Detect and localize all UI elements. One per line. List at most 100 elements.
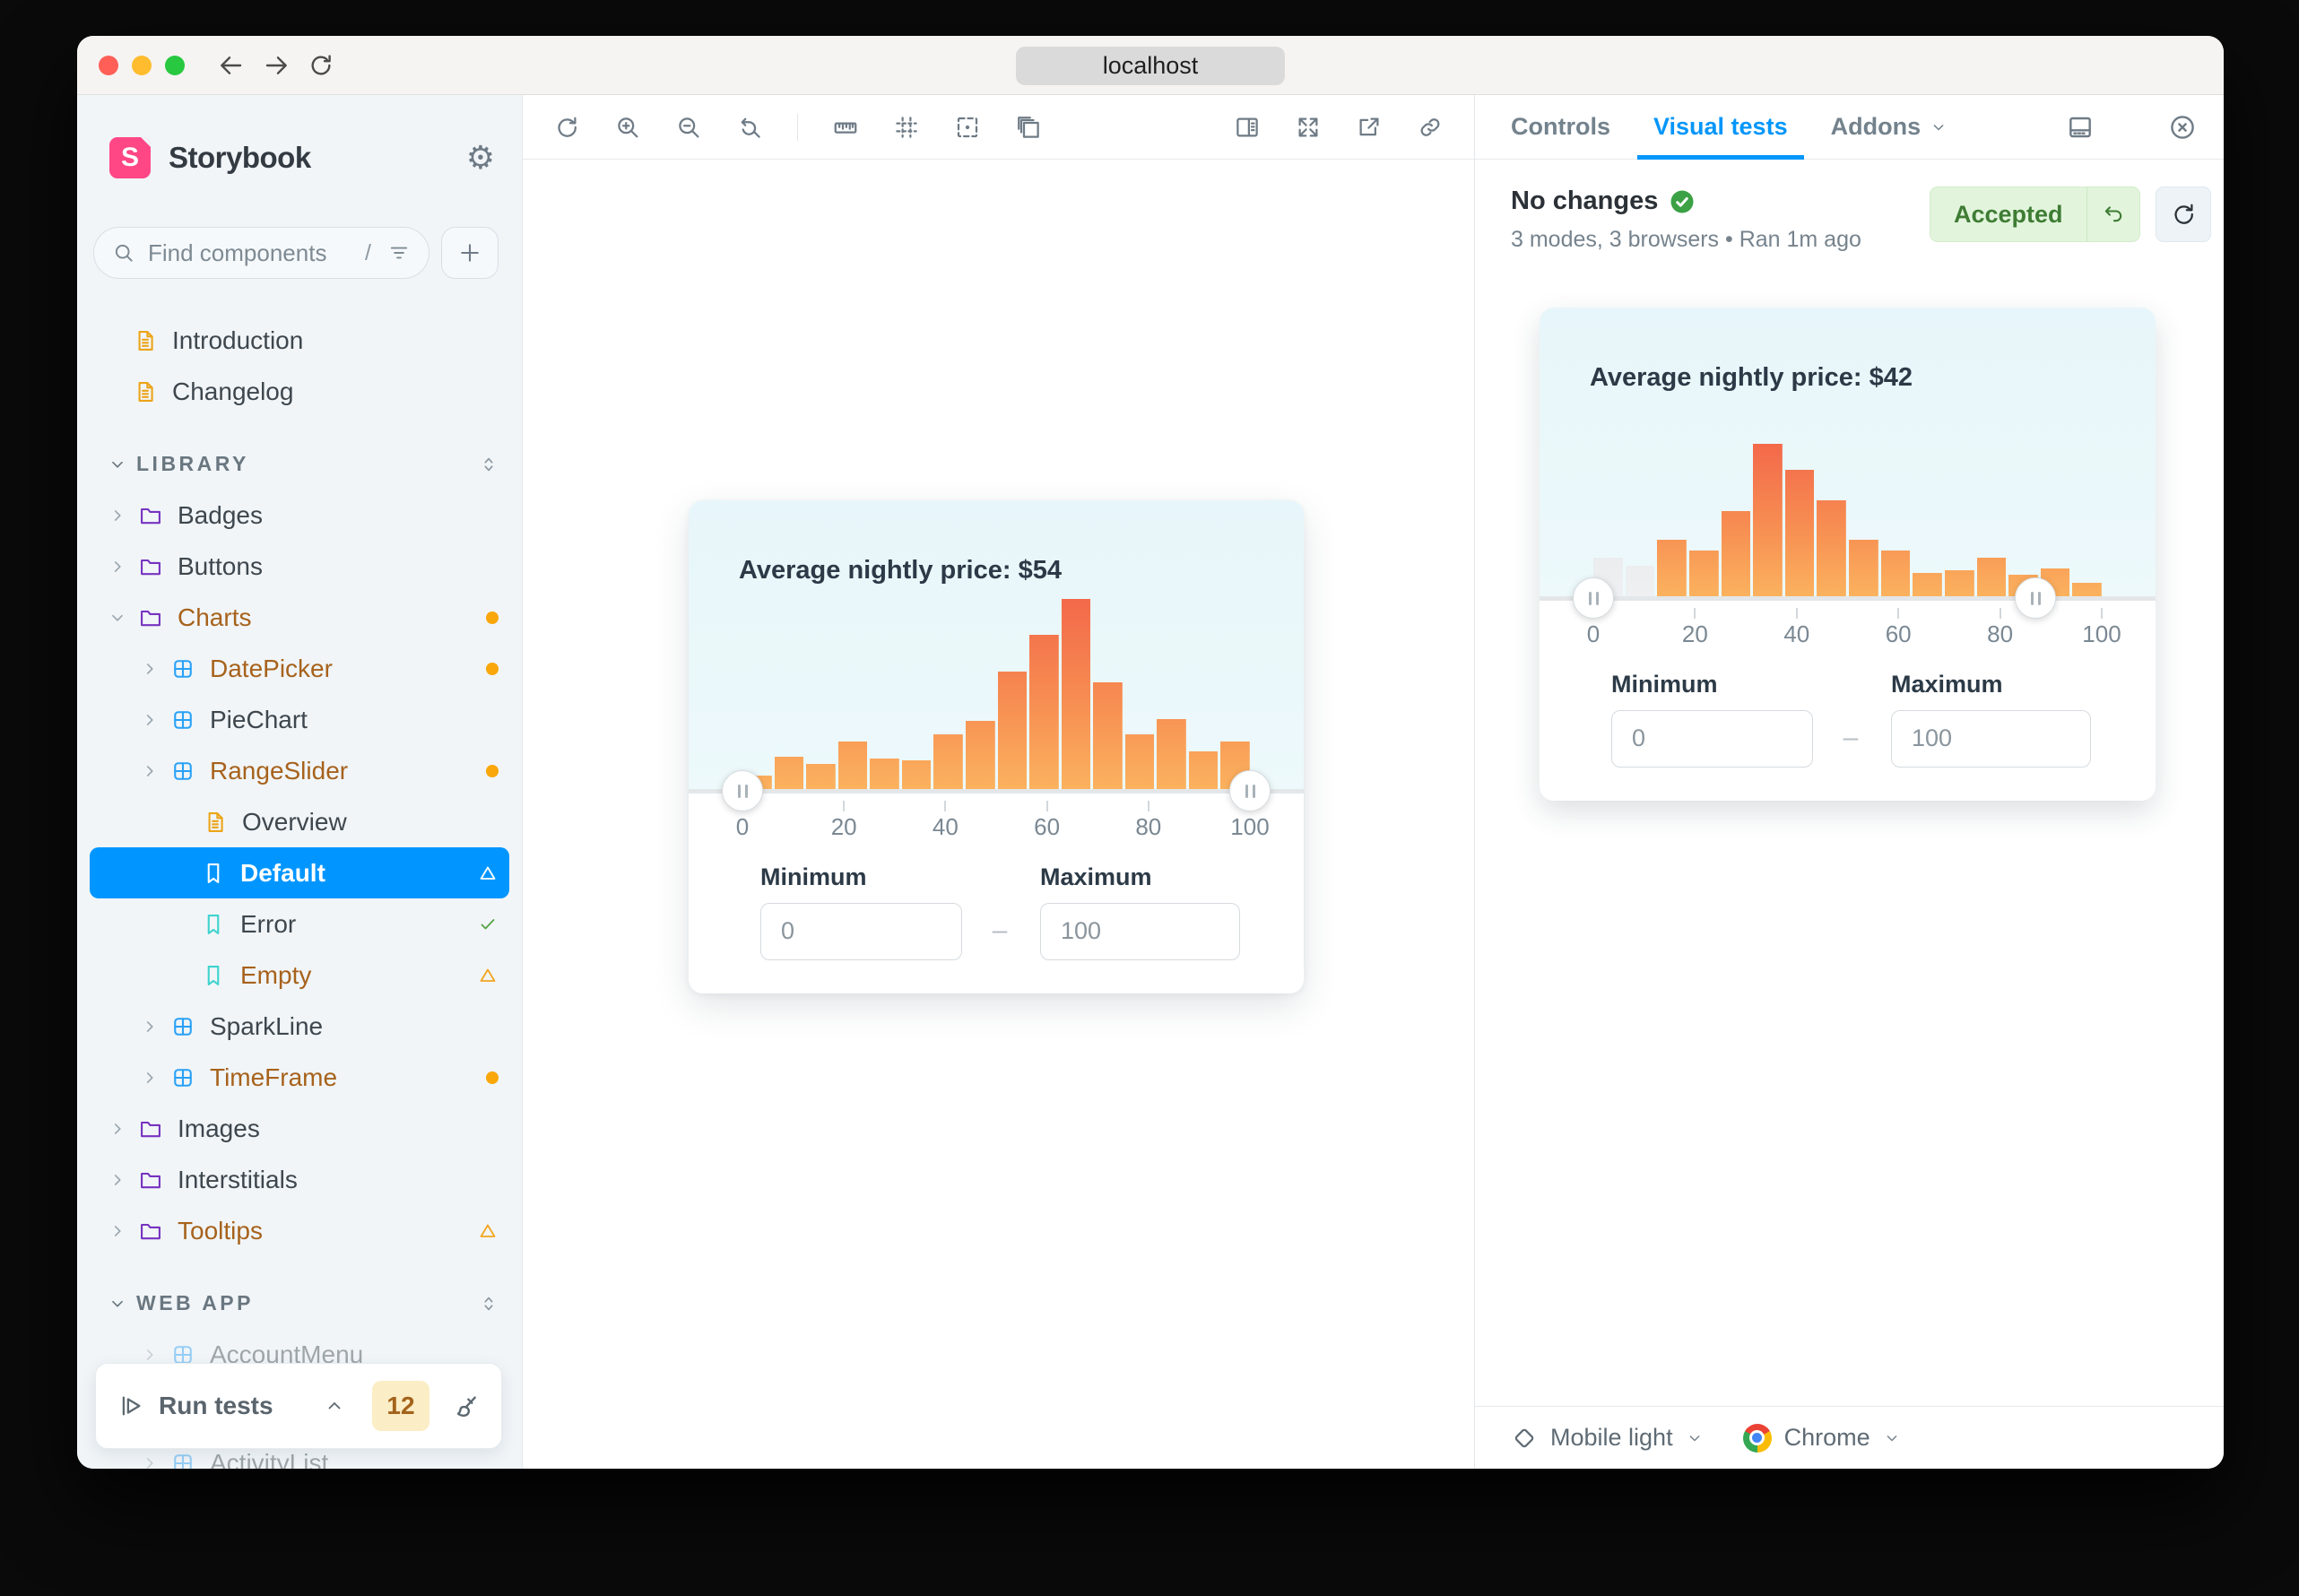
zoom-out-icon[interactable] (675, 114, 702, 141)
item-label: Charts (178, 603, 252, 631)
sidebar-item-error[interactable]: Error (77, 898, 522, 950)
remount-icon[interactable] (553, 114, 580, 141)
folder-icon (138, 605, 163, 630)
chrome-icon (1742, 1423, 1772, 1453)
snapshot-slider-handle-left[interactable] (1573, 577, 1614, 619)
accepted-button[interactable]: Accepted (1929, 186, 2140, 242)
maximum-label: Maximum (1040, 863, 1152, 890)
sidebar-item-overview[interactable]: Overview (77, 796, 522, 847)
measure-ruler-icon[interactable] (832, 114, 859, 141)
axis-label: 60 (1885, 620, 1912, 647)
mode-diamond-icon (1511, 1425, 1538, 1452)
chevron-right-icon (108, 1170, 127, 1190)
item-label: SparkLine (210, 1011, 324, 1040)
gear-icon[interactable]: ⚙ (466, 142, 495, 174)
sidebar-section-web-app[interactable]: WEB APP (77, 1278, 522, 1329)
sidebar-item-buttons[interactable]: Buttons (77, 541, 522, 592)
component-icon (170, 707, 195, 733)
minimum-label: Minimum (1611, 671, 1718, 698)
brand-title: Storybook (169, 141, 311, 174)
axis-label: 20 (1681, 620, 1708, 647)
run-tests-play-icon[interactable] (117, 1392, 144, 1419)
rerun-tests-button[interactable] (2156, 186, 2211, 242)
folder-icon (138, 503, 163, 528)
panel-position-icon[interactable] (2066, 113, 2095, 142)
sidebar-item-badges[interactable]: Badges (77, 490, 522, 541)
test-count-badge[interactable]: 12 (372, 1381, 429, 1431)
close-window-button[interactable] (99, 55, 118, 75)
tab-controls[interactable]: Controls (1511, 95, 1610, 160)
sidebar-item-changelog[interactable]: Changelog (77, 366, 522, 417)
filter-icon[interactable] (387, 241, 411, 265)
unaccept-undo-icon[interactable] (2087, 187, 2139, 241)
sidebar-item-tooltips[interactable]: Tooltips (77, 1205, 522, 1256)
warning-triangle-icon (477, 863, 499, 884)
reload-icon[interactable] (307, 51, 335, 80)
forward-icon[interactable] (262, 51, 291, 80)
item-label: Interstitials (178, 1165, 298, 1193)
histogram-bar (1817, 500, 1846, 596)
collapse-expand-icon[interactable] (479, 1294, 499, 1314)
toggle-addons-panel-icon[interactable] (1234, 114, 1261, 141)
warning-triangle-icon (477, 965, 499, 986)
outline-icon[interactable] (954, 114, 981, 141)
collapse-expand-icon[interactable] (479, 455, 499, 474)
zoom-in-icon[interactable] (614, 114, 641, 141)
tab-addons[interactable]: Addons (1831, 95, 1948, 160)
axis-tick (1897, 608, 1900, 619)
create-story-button[interactable] (441, 227, 499, 279)
story-slider-handle-left[interactable] (722, 770, 763, 811)
tab-visual-tests[interactable]: Visual tests (1637, 95, 1804, 160)
mode-selector[interactable]: Mobile light (1511, 1424, 1704, 1452)
chevron-down-icon (1930, 118, 1948, 136)
chevron-down-icon (108, 1294, 127, 1314)
snapshot-minimum-input[interactable]: 0 (1611, 710, 1813, 768)
back-icon[interactable] (217, 51, 246, 80)
zoom-reset-icon[interactable] (736, 114, 763, 141)
sidebar-item-datepicker[interactable]: DatePicker (77, 643, 522, 694)
grid-background-icon[interactable] (893, 114, 920, 141)
sidebar-item-default[interactable]: Default (90, 847, 509, 898)
histogram-bar (1093, 682, 1123, 789)
snapshot-maximum-input[interactable]: 100 (1891, 710, 2091, 768)
chevron-up-icon[interactable] (324, 1395, 345, 1417)
visual-tests-brush-icon[interactable] (451, 1392, 480, 1420)
sidebar-item-rangeslider[interactable]: RangeSlider (77, 745, 522, 796)
histogram-bar (806, 764, 836, 789)
component-icon (170, 656, 195, 681)
sidebar-item-timeframe[interactable]: TimeFrame (77, 1052, 522, 1103)
canvas-toolbar (523, 95, 1474, 160)
story-slider-handle-right[interactable] (1229, 770, 1271, 811)
item-label: RangeSlider (210, 756, 349, 785)
component-icon (170, 1451, 195, 1469)
sidebar-item-sparkline[interactable]: SparkLine (77, 1001, 522, 1052)
zoom-window-button[interactable] (165, 55, 185, 75)
sidebar-item-interstitials[interactable]: Interstitials (77, 1154, 522, 1205)
story-layers-icon[interactable] (1015, 114, 1042, 141)
sidebar-item-piechart[interactable]: PieChart (77, 694, 522, 745)
story-maximum-input[interactable]: 100 (1040, 903, 1240, 960)
minimize-window-button[interactable] (132, 55, 152, 75)
histogram-bar (1061, 599, 1091, 789)
sidebar-section-library[interactable]: LIBRARY (77, 438, 522, 490)
browser-selector[interactable]: Chrome (1742, 1423, 1901, 1453)
address-bar[interactable]: localhost (1016, 47, 1285, 85)
fullscreen-icon[interactable] (1295, 114, 1322, 141)
item-label: Badges (178, 500, 263, 529)
axis-label: 40 (932, 813, 959, 840)
sidebar-item-introduction[interactable]: Introduction (77, 315, 522, 366)
sync-icon (2170, 201, 2197, 228)
histogram-bar (1657, 540, 1687, 596)
story-minimum-input[interactable]: 0 (760, 903, 962, 960)
close-panel-icon[interactable] (2168, 113, 2197, 142)
chevron-down-icon (1686, 1429, 1704, 1447)
snapshot-slider-handle-right[interactable] (2015, 577, 2057, 619)
search-input[interactable]: Find components / (93, 227, 429, 279)
run-tests-label[interactable]: Run tests (159, 1392, 273, 1420)
sidebar-item-empty[interactable]: Empty (77, 950, 522, 1001)
open-new-tab-icon[interactable] (1356, 114, 1383, 141)
copy-link-icon[interactable] (1417, 114, 1444, 141)
chevron-right-icon (140, 761, 160, 781)
sidebar-item-charts[interactable]: Charts (77, 592, 522, 643)
sidebar-item-images[interactable]: Images (77, 1103, 522, 1154)
